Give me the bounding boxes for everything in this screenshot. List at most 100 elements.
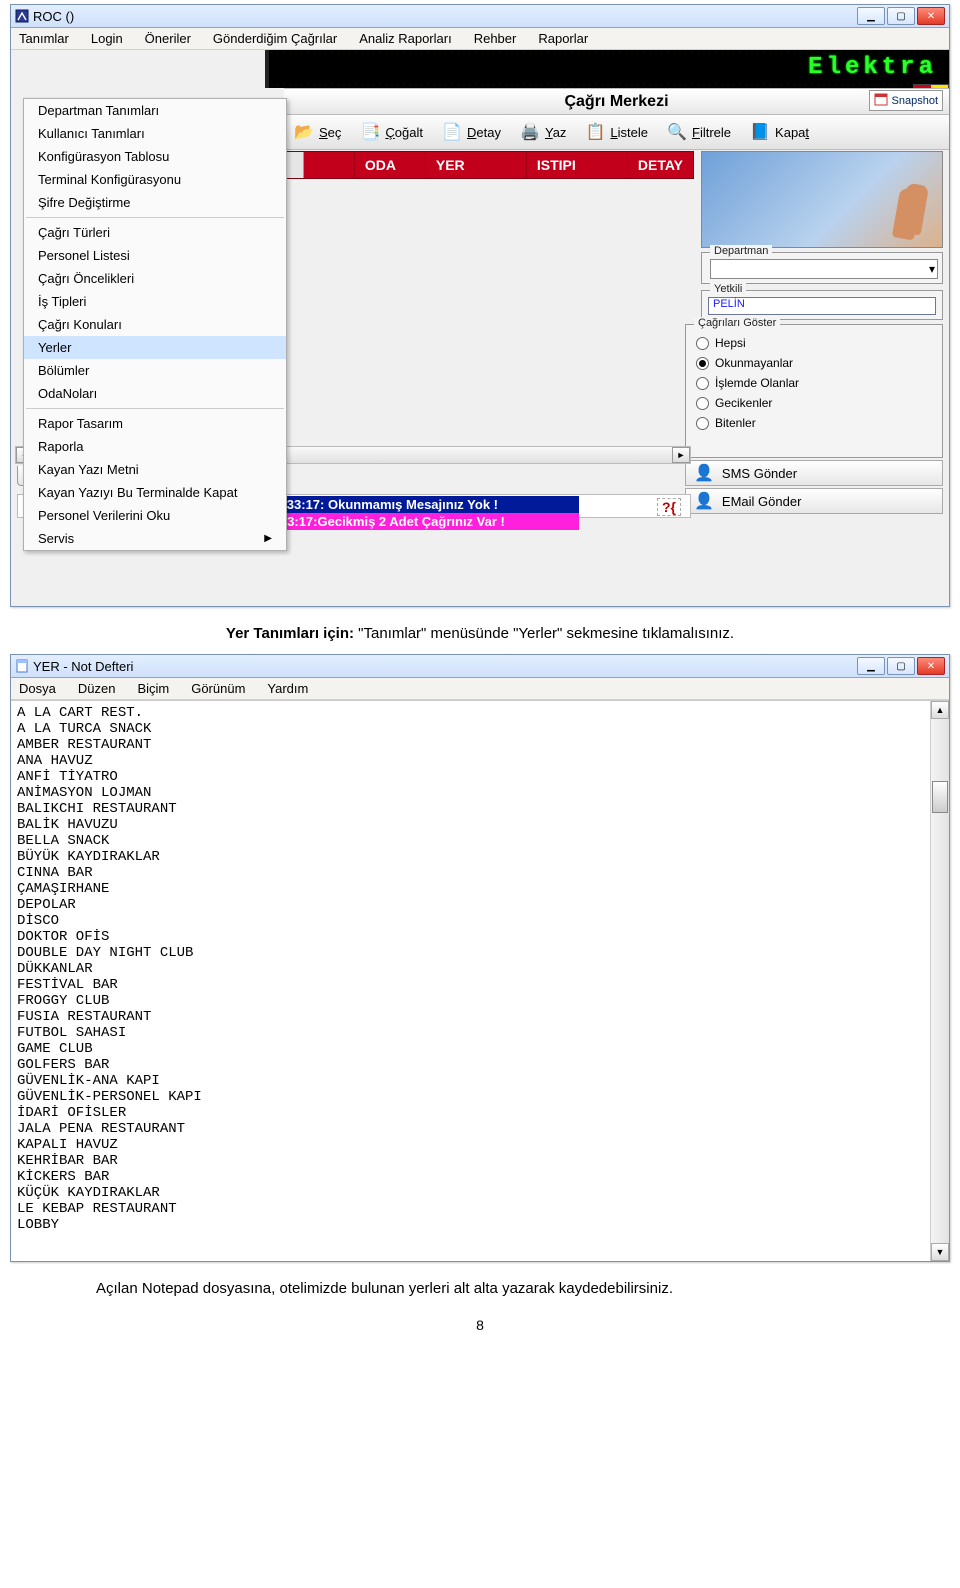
radio-icon <box>696 337 709 350</box>
np-close-button[interactable]: ✕ <box>917 657 945 675</box>
filter-option-okunmayanlar[interactable]: Okunmayanlar <box>694 353 934 373</box>
radio-icon <box>696 377 709 390</box>
menu-item-label: OdaNoları <box>38 386 97 401</box>
menubar-item-analiz-raporlar-[interactable]: Analiz Raporları <box>355 29 456 48</box>
menubar-item--neriler[interactable]: Öneriler <box>141 29 195 48</box>
np-scroll-thumb[interactable] <box>932 781 948 813</box>
np-menubar-item-yardım[interactable]: Yardım <box>263 679 312 698</box>
filter-option-gecikenler[interactable]: Gecikenler <box>694 393 934 413</box>
menu-item-bölümler[interactable]: Bölümler <box>24 359 286 382</box>
menu-item-kullanıcı-tanımları[interactable]: Kullanıcı Tanımları <box>24 122 286 145</box>
menu-item-yerler[interactable]: Yerler <box>24 336 286 359</box>
banner-text: Elektra <box>808 54 937 81</box>
departman-combo[interactable]: ▾ <box>710 259 938 279</box>
grid-header: ODA YER ISTIPI DETAY <box>284 151 694 179</box>
snapshot-label: Snapshot <box>892 95 938 107</box>
np-maximize-button[interactable]: ▢ <box>887 657 915 675</box>
filter-option-label: Okunmayanlar <box>715 356 793 370</box>
np-menubar-item-düzen[interactable]: Düzen <box>74 679 120 698</box>
notepad-textarea[interactable]: A LA CART REST. A LA TURCA SNACK AMBER R… <box>13 703 929 1259</box>
menu-item-rapor-tasarım[interactable]: Rapor Tasarım <box>24 412 286 435</box>
toolbar-button-seç[interactable]: 📂Seç <box>288 118 350 146</box>
np-menubar-item-biçim[interactable]: Biçim <box>133 679 173 698</box>
filter-option-i-şlemde-olanlar[interactable]: İşlemde Olanlar <box>694 373 934 393</box>
caption-1-rest: "Tanımlar" menüsünde "Yerler" sekmesine … <box>354 625 734 642</box>
grid-col-detay[interactable]: DETAY <box>628 152 693 178</box>
menubar-item-g-nderdi-im-a-r-lar[interactable]: Gönderdiğim Çağrılar <box>209 29 341 48</box>
toolbar-button-yaz[interactable]: 🖨️Yaz <box>514 118 575 146</box>
menu-item-label: Bölümler <box>38 363 89 378</box>
np-menubar-item-görünüm[interactable]: Görünüm <box>187 679 249 698</box>
menu-item-odanoları[interactable]: OdaNoları <box>24 382 286 405</box>
notepad-window: YER - Not Defteri ▁ ▢ ✕ DosyaDüzenBiçimG… <box>10 654 950 1262</box>
filter-option-hepsi[interactable]: Hepsi <box>694 333 934 353</box>
menubar-item-tan-mlar[interactable]: Tanımlar <box>15 29 73 48</box>
menu-item-şifre-değiştirme[interactable]: Şifre Değiştirme <box>24 191 286 214</box>
menu-item-servis[interactable]: Servis▶ <box>24 527 286 550</box>
roc-menubar: Tanımlar Login Öneriler Gönderdiğim Çağrıla… <box>11 28 949 50</box>
notepad-vertical-scrollbar[interactable]: ▲ ▼ <box>930 701 949 1261</box>
grid-col-istipi[interactable]: ISTIPI <box>527 152 628 178</box>
roc-window: ROC () ▁ ▢ ✕ TanımlarLoginÖnerilerGönder… <box>10 4 950 607</box>
menu-item-çağrı-türleri[interactable]: Çağrı Türleri <box>24 221 286 244</box>
toolbar-label: Listele <box>610 125 648 140</box>
menu-item-i-ş-tipleri[interactable]: İş Tipleri <box>24 290 286 313</box>
menu-item-konfigürasyon-tablosu[interactable]: Konfigürasyon Tablosu <box>24 145 286 168</box>
filter-option-label: Bitenler <box>715 416 756 430</box>
toolbar-button-listele[interactable]: 📋Listele <box>579 118 657 146</box>
grid-col-yer[interactable]: YER <box>426 152 527 178</box>
notepad-menubar: Dosya Düzen Biçim Görünüm Yardım <box>11 678 949 700</box>
snapshot-badge[interactable]: Snapshot <box>869 90 943 111</box>
toolbar-button-çoğalt[interactable]: 📑 Çoğalt <box>354 118 432 146</box>
scroll-right-icon[interactable]: ► <box>672 447 690 463</box>
menu-item-label: Departman Tanımları <box>38 103 159 118</box>
menu-item-kayan-yazıyı-bu-terminalde-kapat[interactable]: Kayan Yazıyı Bu Terminalde Kapat <box>24 481 286 504</box>
caption-1-bold: Yer Tanımları için: <box>226 625 354 642</box>
menu-item-çağrı-konuları[interactable]: Çağrı Konuları <box>24 313 286 336</box>
radio-icon <box>696 397 709 410</box>
scroll-up-icon[interactable]: ▲ <box>931 701 949 719</box>
yetkili-field[interactable]: PELİN <box>708 297 936 315</box>
menu-item-label: İş Tipleri <box>38 294 86 309</box>
banner-strip: Elektra <box>265 50 949 88</box>
toolbar-button-filtrele[interactable]: 🔍Filtrele <box>661 118 740 146</box>
menu-item-raporla[interactable]: Raporla <box>24 435 286 458</box>
toolbar-button-kapat[interactable]: 📘 Kapat <box>744 118 818 146</box>
filter-option-bitenler[interactable]: Bitenler <box>694 413 934 433</box>
maximize-button[interactable]: ▢ <box>887 7 915 25</box>
close-button[interactable]: ✕ <box>917 7 945 25</box>
menu-item-çağrı-öncelikleri[interactable]: Çağrı Öncelikleri <box>24 267 286 290</box>
menu-item-label: Raporla <box>38 439 84 454</box>
menu-item-departman-tanımları[interactable]: Departman Tanımları <box>24 99 286 122</box>
np-minimize-button[interactable]: ▁ <box>857 657 885 675</box>
filter-option-label: İşlemde Olanlar <box>715 376 799 390</box>
menubar-item-login[interactable]: Login <box>87 29 127 48</box>
sms-gonder-button[interactable]: 👤 SMS Gönder <box>685 460 943 486</box>
menu-item-label: Terminal Konfigürasyonu <box>38 172 181 187</box>
caption-1: Yer Tanımları için: "Tanımlar" menüsünde… <box>64 625 896 642</box>
menu-item-personel-listesi[interactable]: Personel Listesi <box>24 244 286 267</box>
help-icon[interactable]: ?{ <box>657 498 681 516</box>
toolbar-icon: 📘 <box>749 121 771 143</box>
email-gonder-button[interactable]: 👤 EMail Gönder <box>685 488 943 514</box>
toolbar-label: Çoğalt <box>385 125 423 140</box>
toolbar-icon: 📑 <box>359 121 381 143</box>
chevron-down-icon: ▾ <box>929 262 935 276</box>
promo-image <box>701 151 943 248</box>
filters-legend: Çağrıları Göster <box>694 317 780 329</box>
menubar-item-rehber[interactable]: Rehber <box>470 29 521 48</box>
menubar-item-raporlar[interactable]: Raporlar <box>534 29 592 48</box>
grid-col-oda[interactable]: ODA <box>355 152 426 178</box>
np-menubar-item-dosya[interactable]: Dosya <box>15 679 60 698</box>
menu-item-terminal-konfigürasyonu[interactable]: Terminal Konfigürasyonu <box>24 168 286 191</box>
menu-item-personel-verilerini-oku[interactable]: Personel Verilerini Oku <box>24 504 286 527</box>
app-icon <box>15 9 29 23</box>
menu-item-label: Kayan Yazı Metni <box>38 462 139 477</box>
toolbar-icon: 🖨️ <box>519 121 541 143</box>
toolbar-label: Filtrele <box>692 125 731 140</box>
toolbar-label: Kapat <box>775 125 809 140</box>
minimize-button[interactable]: ▁ <box>857 7 885 25</box>
scroll-down-icon[interactable]: ▼ <box>931 1243 949 1261</box>
menu-item-kayan-yazı-metni[interactable]: Kayan Yazı Metni <box>24 458 286 481</box>
toolbar-button-detay[interactable]: 📄Detay <box>436 118 510 146</box>
